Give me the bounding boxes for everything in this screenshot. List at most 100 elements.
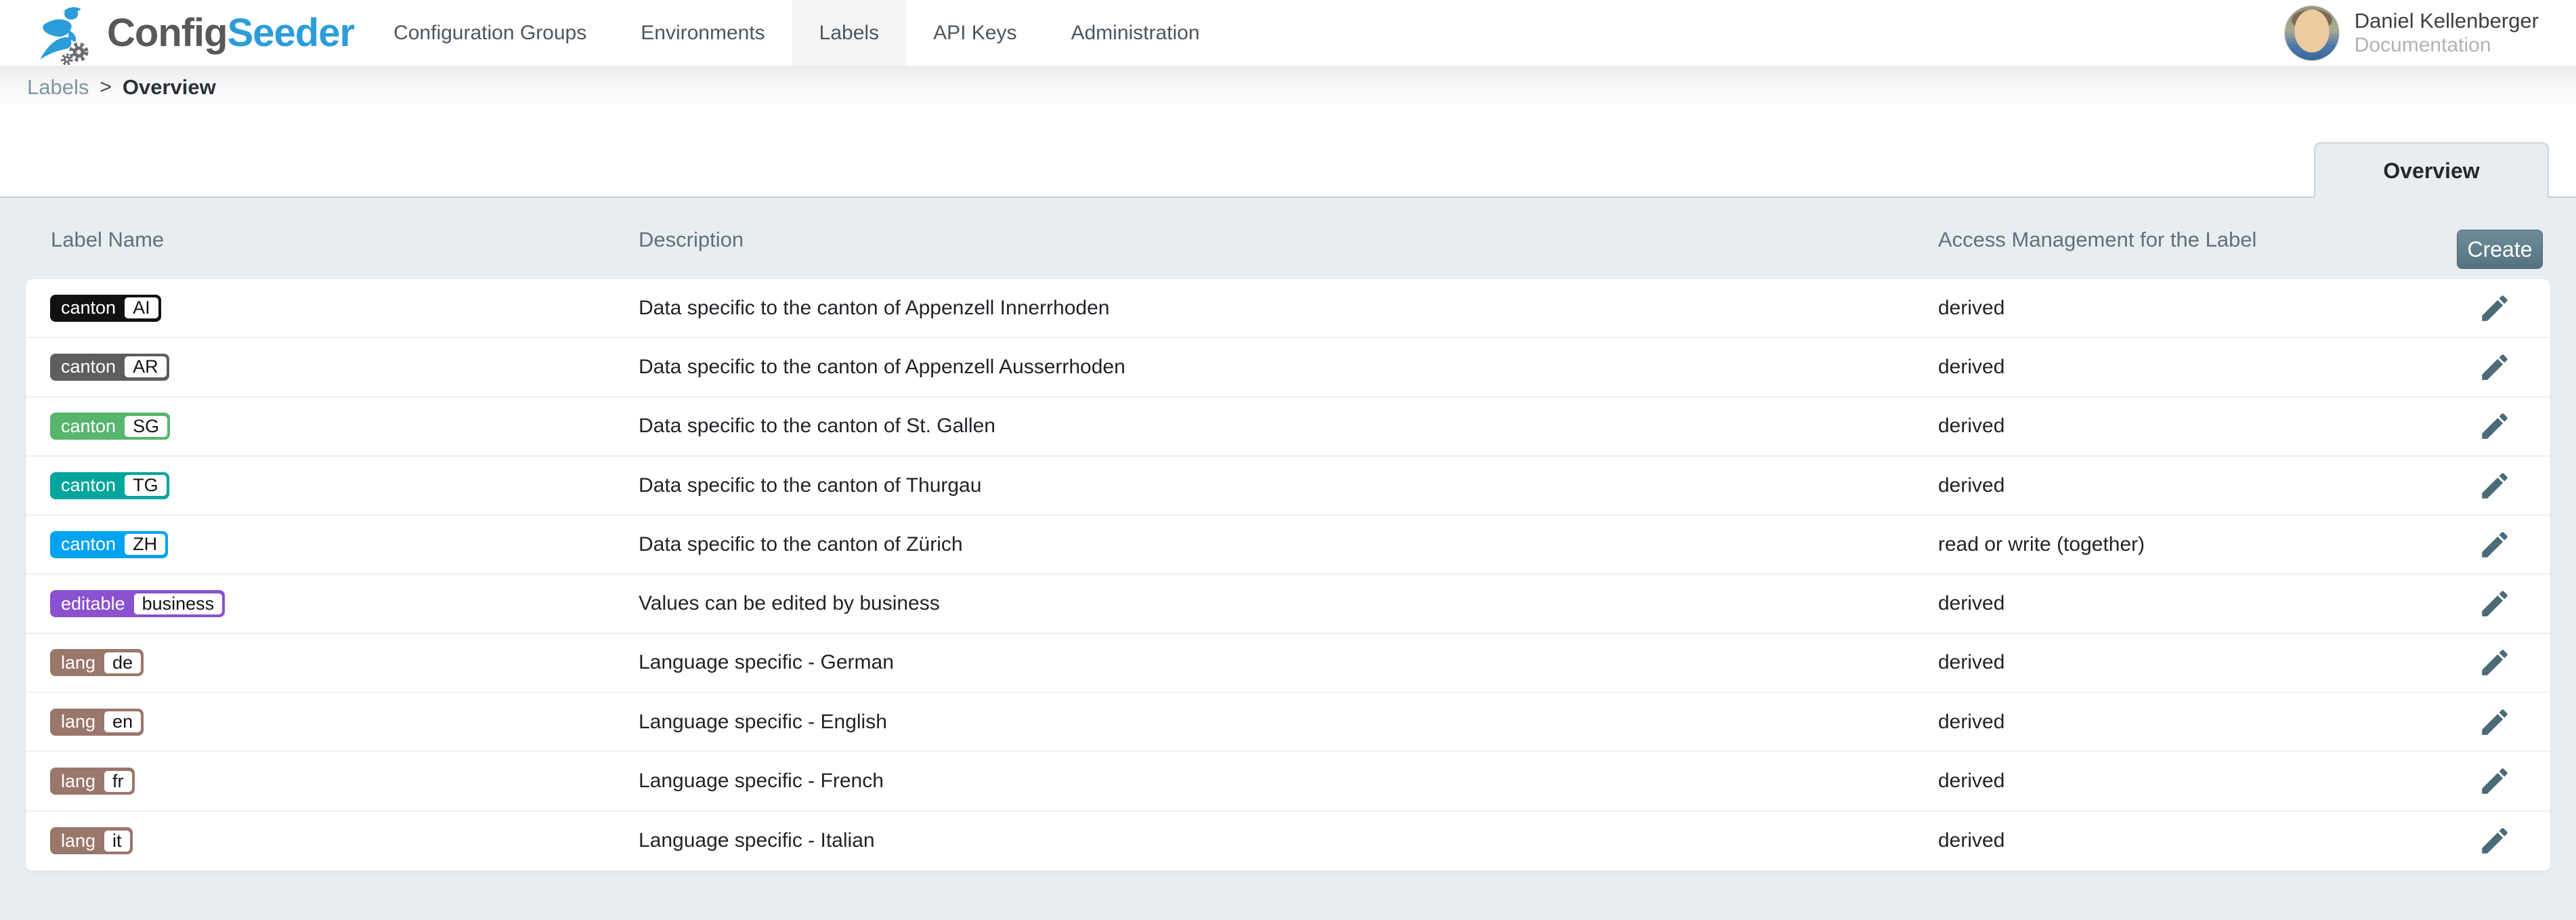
table-row: canton ZH Data specific to the canton of… [26, 516, 2550, 574]
edit-button[interactable] [2477, 350, 2512, 385]
label-badge-value: ZH [125, 534, 165, 555]
description-cell: Values can be edited by business [639, 592, 940, 615]
description-cell: Data specific to the canton of Thurgau [639, 474, 981, 497]
pencil-icon [2478, 705, 2512, 739]
pencil-icon [2478, 764, 2512, 798]
nav-item-environments[interactable]: Environments [614, 0, 792, 66]
access-cell: derived [1938, 356, 2004, 379]
breadcrumb-labels-link[interactable]: Labels [27, 75, 89, 100]
access-cell: derived [1938, 770, 2004, 793]
label-badge: editable business [50, 590, 225, 617]
nav-item-configuration-groups[interactable]: Configuration Groups [366, 0, 614, 66]
label-badge-key: canton [61, 416, 116, 437]
edit-button[interactable] [2477, 468, 2512, 503]
table-row: lang de Language specific - German deriv… [26, 634, 2550, 693]
user-avatar[interactable] [2284, 5, 2340, 61]
label-badge-value: AI [125, 297, 158, 318]
pencil-icon [2478, 587, 2512, 621]
sower-with-gears-icon [34, 3, 96, 66]
edit-button[interactable] [2477, 409, 2512, 444]
label-badge-key: lang [61, 711, 95, 732]
access-cell: read or write (together) [1938, 533, 2145, 556]
pencil-icon [2478, 469, 2512, 503]
pencil-icon [2478, 409, 2512, 443]
edit-button[interactable] [2477, 527, 2512, 562]
access-cell: derived [1938, 711, 2004, 734]
nav-item-labels[interactable]: Labels [792, 0, 906, 66]
label-badge: lang en [50, 709, 144, 736]
description-cell: Language specific - Italian [639, 829, 875, 852]
edit-button[interactable] [2477, 291, 2512, 326]
access-cell: derived [1938, 651, 2004, 674]
label-badge-value: fr [104, 771, 132, 792]
table-row: canton AR Data specific to the canton of… [26, 338, 2550, 397]
description-cell: Data specific to the canton of Zürich [639, 533, 963, 556]
description-cell: Data specific to the canton of St. Galle… [639, 415, 995, 438]
label-badge: lang de [50, 649, 144, 676]
tab-strip: Overview [0, 108, 2576, 196]
column-header-label-name: Label Name [51, 228, 164, 252]
tab-overview[interactable]: Overview [2314, 142, 2549, 198]
table-row: editable business Values can be edited b… [26, 574, 2550, 633]
edit-button[interactable] [2477, 705, 2512, 740]
labels-table: canton AI Data specific to the canton of… [26, 279, 2550, 871]
label-badge: canton TG [50, 472, 169, 499]
pencil-icon [2478, 646, 2512, 679]
label-badge: canton AR [50, 354, 169, 381]
access-cell: derived [1938, 592, 2004, 615]
access-cell: derived [1938, 415, 2004, 438]
create-button[interactable]: Create [2457, 230, 2543, 269]
nav-item-api-keys[interactable]: API Keys [906, 0, 1044, 66]
pencil-icon [2478, 291, 2512, 325]
user-name: Daniel Kellenberger [2355, 10, 2539, 31]
edit-button[interactable] [2477, 645, 2512, 680]
column-header-description: Description [639, 228, 744, 252]
label-badge-value: SG [125, 416, 167, 437]
breadcrumb-separator: > [100, 76, 112, 99]
labels-panel: Label Name Description Access Management… [0, 196, 2576, 920]
label-badge-key: canton [61, 534, 116, 555]
label-badge-value: en [104, 711, 141, 732]
table-row: canton TG Data specific to the canton of… [26, 457, 2550, 516]
description-cell: Language specific - German [639, 651, 894, 674]
description-cell: Data specific to the canton of Appenzell… [639, 356, 1125, 379]
description-cell: Language specific - French [639, 770, 884, 793]
description-cell: Data specific to the canton of Appenzell… [639, 297, 1109, 320]
table-row: lang it Language specific - Italian deri… [26, 812, 2550, 871]
label-badge-value: TG [125, 475, 167, 496]
label-badge-key: lang [61, 771, 95, 792]
nav-item-administration[interactable]: Administration [1044, 0, 1226, 66]
label-badge-key: lang [61, 831, 95, 852]
label-badge-key: canton [61, 297, 116, 318]
header-spacer [1227, 0, 2284, 66]
label-badge-key: canton [61, 356, 116, 377]
edit-button[interactable] [2477, 586, 2512, 621]
label-badge-value: it [104, 831, 130, 852]
breadcrumb-current: Overview [123, 75, 216, 100]
table-row: lang fr Language specific - French deriv… [26, 752, 2550, 811]
pencil-icon [2478, 824, 2512, 858]
pencil-icon [2478, 528, 2512, 562]
access-cell: derived [1938, 297, 2004, 320]
app-header: ConfigSeeder Configuration GroupsEnviron… [0, 0, 2576, 66]
table-row: canton AI Data specific to the canton of… [26, 279, 2550, 338]
breadcrumb: Labels > Overview [0, 66, 2576, 108]
brand-logo[interactable]: ConfigSeeder [0, 0, 354, 66]
label-badge: canton SG [50, 413, 170, 440]
table-row: lang en Language specific - English deri… [26, 693, 2550, 752]
table-row: canton SG Data specific to the canton of… [26, 398, 2550, 457]
label-badge: canton AI [50, 295, 161, 322]
description-cell: Language specific - English [639, 711, 887, 734]
edit-button[interactable] [2477, 823, 2512, 858]
main-nav: Configuration GroupsEnvironmentsLabelsAP… [366, 0, 1226, 66]
label-badge-value: business [134, 593, 223, 614]
edit-button[interactable] [2477, 764, 2512, 799]
label-badge-value: de [104, 652, 141, 673]
label-badge-key: lang [61, 652, 95, 673]
label-badge: lang it [50, 827, 133, 854]
access-cell: derived [1938, 474, 2004, 497]
label-badge-value: AR [125, 356, 167, 377]
brand-name: ConfigSeeder [107, 10, 354, 56]
documentation-link[interactable]: Documentation [2355, 35, 2539, 56]
label-badge-key: canton [61, 475, 116, 496]
